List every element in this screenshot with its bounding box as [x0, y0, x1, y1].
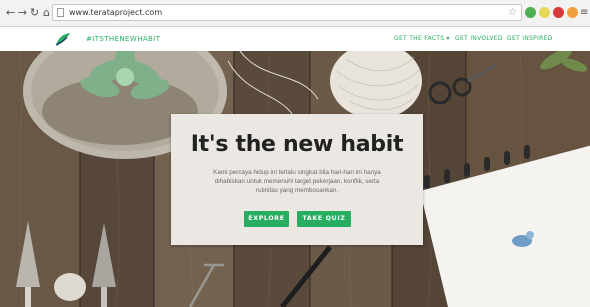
nav-get-involved[interactable]: GET INVOLVED	[455, 34, 503, 44]
hero-description-line: rutinitas yang membosankan.	[255, 187, 339, 194]
take-quiz-button[interactable]: TAKE QUIZ	[297, 211, 351, 227]
hero-description-line: Kami percaya hidup ini terlalu singkat b…	[213, 169, 381, 176]
hero-title: It's the new habit	[190, 132, 404, 157]
url-text: www.terataproject.com	[69, 8, 163, 17]
explore-button[interactable]: EXPLORE	[244, 211, 289, 227]
nav-get-the-facts[interactable]: GET THE FACTS ▾	[394, 34, 450, 44]
star-icon[interactable]: ☆	[508, 6, 517, 19]
site-header: #ITSTHENEWHABIT GET THE FACTS ▾ GET INVO…	[0, 27, 590, 51]
hero-description: Kami percaya hidup ini terlalu singkat b…	[193, 168, 401, 195]
hero-section: It's the new habit Kami percaya hidup in…	[0, 51, 590, 307]
hero-card: It's the new habit Kami percaya hidup in…	[171, 114, 423, 245]
address-bar[interactable]: www.terataproject.com	[52, 4, 522, 21]
browser-toolbar: ← → ↻ ⌂ www.terataproject.com ☆ ≡	[0, 0, 590, 27]
extension-yellow-icon[interactable]	[539, 7, 550, 18]
page-icon	[57, 8, 64, 17]
extension-orange-icon[interactable]	[567, 7, 578, 18]
leaf-logo-icon[interactable]	[55, 32, 71, 46]
nav-get-inspired[interactable]: GET INSPIRED	[507, 34, 553, 44]
extension-green-icon[interactable]	[525, 7, 536, 18]
hero-description-line: dihabiskan untuk memenuhi target pekerja…	[214, 178, 380, 185]
menu-icon[interactable]: ≡	[580, 6, 588, 19]
extension-red-icon[interactable]	[553, 7, 564, 18]
brand-hashtag[interactable]: #ITSTHENEWHABIT	[86, 34, 160, 44]
